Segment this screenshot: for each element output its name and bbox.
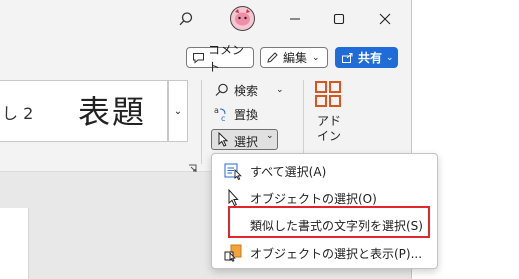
- comment-icon: [192, 52, 205, 64]
- styles-gallery: し 2 表題: [0, 80, 168, 142]
- avatar-icon[interactable]: [230, 6, 255, 31]
- selection-pane-icon: [224, 244, 242, 262]
- styles-gallery-expand-button[interactable]: ⌄: [168, 80, 188, 142]
- chevron-down-icon: ⌄: [386, 52, 394, 63]
- replace-label: 置換: [234, 107, 259, 122]
- share-label: 共有: [358, 51, 383, 65]
- comment-button[interactable]: コメント: [186, 43, 254, 74]
- select-all-icon: [224, 162, 242, 181]
- menu-item-selection-pane[interactable]: オブジェクトの選択と表示(P)...: [212, 240, 437, 266]
- style-title[interactable]: 表題: [78, 87, 146, 133]
- replace-button[interactable]: a c 置換: [214, 105, 258, 123]
- pencil-icon: [266, 51, 279, 64]
- svg-text:c: c: [221, 114, 225, 122]
- minimize-icon[interactable]: [284, 8, 306, 30]
- addins-label-line1: アド: [316, 114, 341, 128]
- share-button[interactable]: 共有 ⌄: [335, 47, 398, 68]
- menu-item-select-all[interactable]: すべて選択(A): [212, 158, 437, 184]
- edit-mode-label: 編集: [283, 51, 308, 65]
- find-button[interactable]: 検索 ⌄: [214, 81, 284, 99]
- menu-item-label: すべて選択(A): [250, 165, 327, 179]
- find-label: 検索: [234, 83, 259, 98]
- chevron-down-icon: ⌄: [276, 85, 284, 95]
- share-icon: [341, 52, 354, 64]
- style-heading2[interactable]: し 2: [2, 100, 33, 124]
- addins-icon[interactable]: [315, 81, 341, 107]
- chevron-down-icon: ⌄: [266, 131, 274, 141]
- menu-item-label: オブジェクトの選択(O): [250, 192, 377, 206]
- highlight-annotation-box: [228, 206, 430, 238]
- document-page[interactable]: [0, 208, 29, 279]
- addins-label-line2: イン: [316, 129, 341, 143]
- search-icon: [214, 82, 230, 98]
- close-icon[interactable]: [374, 8, 396, 30]
- styles-dialog-launcher-icon[interactable]: [188, 158, 198, 172]
- select-button[interactable]: 選択 ⌄: [211, 129, 278, 150]
- cursor-arrow-icon: [224, 188, 242, 207]
- addins-button[interactable]: アド イン: [316, 114, 342, 144]
- svg-text:a: a: [214, 106, 219, 115]
- cursor-arrow-icon: [217, 132, 229, 147]
- chevron-down-icon: ⌄: [173, 105, 183, 117]
- chevron-down-icon: ⌄: [312, 52, 320, 63]
- comment-label: コメント: [208, 42, 245, 74]
- menu-item-label: オブジェクトの選択と表示(P)...: [250, 247, 423, 261]
- replace-icon: a c: [214, 106, 230, 122]
- title-bar: [0, 0, 412, 38]
- group-separator: [303, 80, 304, 164]
- edit-mode-button[interactable]: 編集 ⌄: [260, 47, 328, 68]
- search-icon[interactable]: [175, 8, 197, 30]
- select-label: 選択: [234, 135, 259, 149]
- maximize-icon[interactable]: [328, 8, 350, 30]
- group-separator: [201, 80, 202, 164]
